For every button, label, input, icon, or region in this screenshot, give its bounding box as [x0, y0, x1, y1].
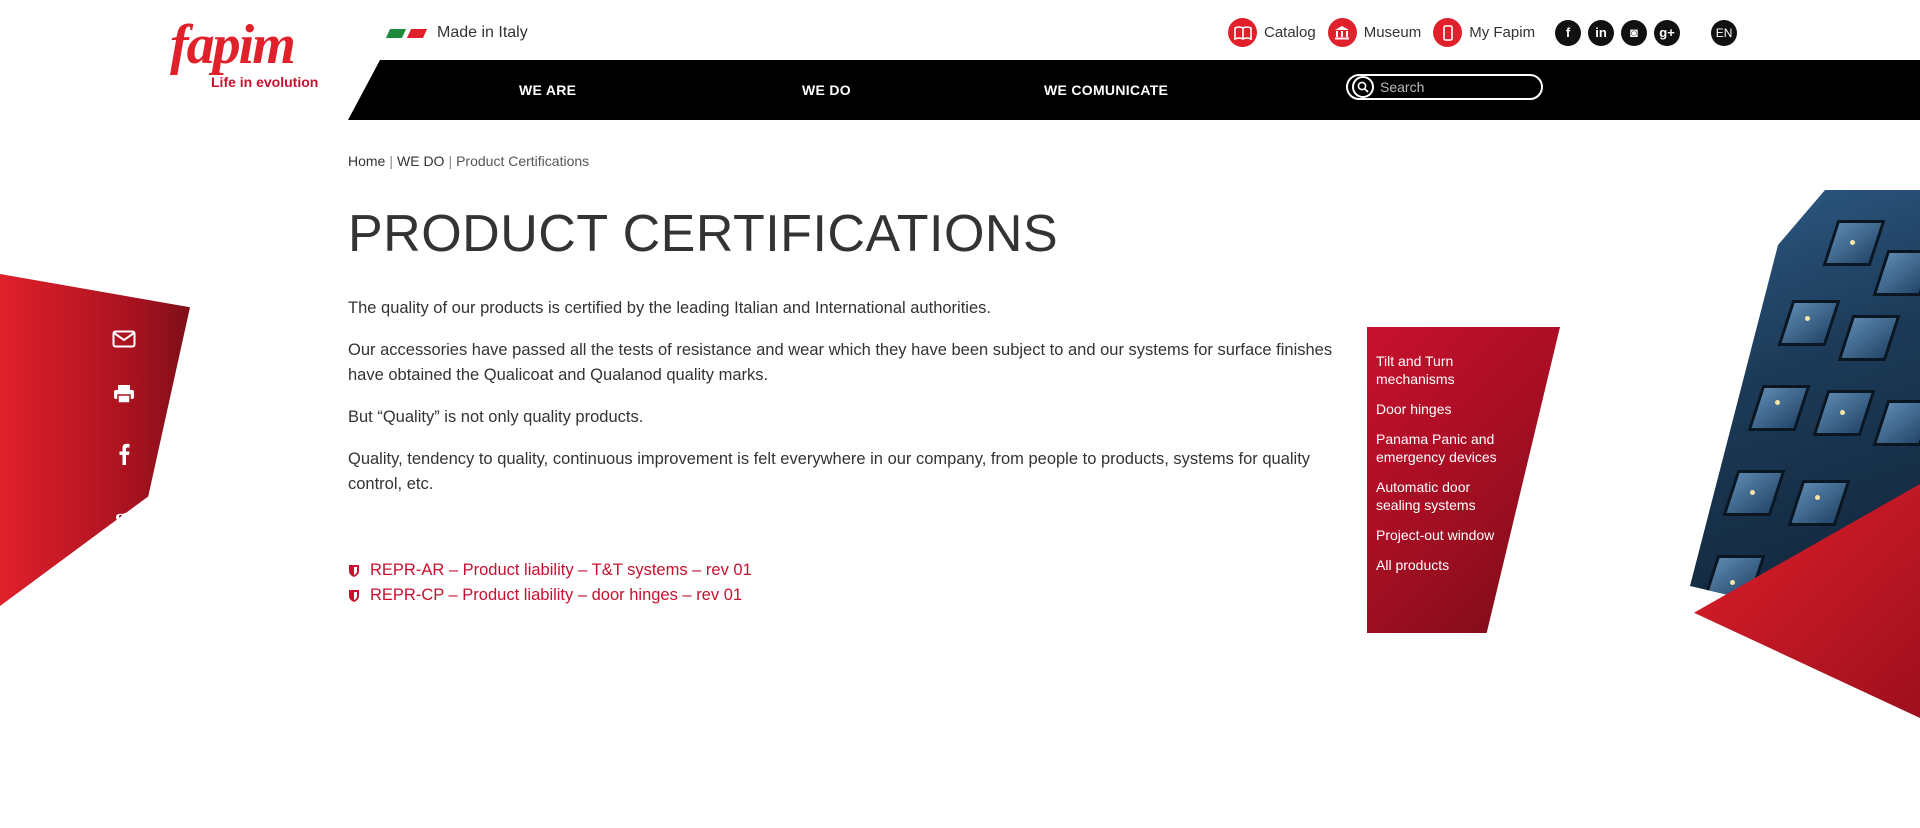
document-label: REPR-AR – Product liability – T&T system…	[370, 561, 752, 579]
product-link-door-hinges[interactable]: Door hinges	[1376, 400, 1556, 418]
google-plus-icon[interactable]: g+	[110, 503, 138, 531]
my-fapim-link[interactable]: My Fapim	[1433, 18, 1535, 47]
language-selector[interactable]: EN	[1711, 19, 1738, 46]
breadcrumb-home[interactable]: Home	[348, 153, 385, 169]
document-list: REPR-AR – Product liability – T&T system…	[348, 558, 752, 608]
linkedin-icon[interactable]: in	[1588, 19, 1615, 46]
mobile-icon	[1433, 18, 1463, 47]
search-input[interactable]	[1380, 79, 1530, 95]
book-icon	[1228, 18, 1257, 47]
document-label: REPR-CP – Product liability – door hinge…	[370, 586, 743, 604]
search-box	[1346, 74, 1543, 100]
instagram-icon[interactable]: ◙	[1621, 19, 1648, 46]
made-in-italy: Made in Italy	[385, 24, 528, 42]
paragraph: Quality, tendency to quality, continuous…	[348, 450, 1311, 493]
breadcrumb: Home | WE DO | Product Certifications	[348, 153, 589, 169]
shield-icon	[349, 564, 359, 577]
catalog-link[interactable]: Catalog	[1228, 18, 1316, 47]
page-content: The quality of our products is certified…	[348, 296, 1358, 514]
breadcrumb-we-do[interactable]: WE DO	[397, 153, 444, 169]
made-in-italy-label: Made in Italy	[437, 24, 528, 41]
paragraph: Our accessories have passed all the test…	[348, 341, 1333, 384]
products-list: Tilt and Turn mechanisms Door hinges Pan…	[1376, 352, 1556, 586]
product-link-tilt-and-turn[interactable]: Tilt and Turn mechanisms	[1376, 352, 1516, 388]
facebook-icon[interactable]	[110, 440, 138, 468]
paragraph: The quality of our products is certified…	[348, 299, 991, 317]
nav-we-do[interactable]: WE DO	[802, 82, 851, 98]
google-plus-icon[interactable]: g+	[1654, 19, 1681, 46]
product-link-panama-panic[interactable]: Panama Panic and emergency devices	[1376, 430, 1516, 466]
product-link-automatic-door-sealing[interactable]: Automatic door sealing systems	[1376, 478, 1506, 514]
page-title: PRODUCT CERTIFICATIONS	[348, 205, 1059, 263]
logo-tagline: Life in evolution	[211, 74, 319, 90]
logo-wordmark: fapim	[170, 14, 296, 76]
document-link[interactable]: REPR-AR – Product liability – T&T system…	[348, 558, 752, 583]
product-link-all-products[interactable]: All products	[1376, 556, 1556, 574]
museum-link[interactable]: Museum	[1327, 18, 1422, 47]
museum-icon	[1327, 18, 1357, 47]
catalog-label: Catalog	[1264, 24, 1316, 41]
paragraph: But “Quality” is not only quality produc…	[348, 408, 644, 426]
my-fapim-label: My Fapim	[1469, 24, 1536, 41]
social-links: f in ◙ g+	[1555, 19, 1687, 46]
email-icon[interactable]	[110, 325, 138, 353]
museum-label: Museum	[1363, 24, 1422, 41]
facebook-icon[interactable]: f	[1555, 19, 1582, 46]
breadcrumb-separator: |	[448, 153, 453, 169]
top-links: Catalog Museum My Fapim f in ◙ g+ EN	[1228, 18, 1738, 47]
breadcrumb-current: Product Certifications	[456, 153, 590, 169]
share-panel	[0, 274, 190, 606]
breadcrumb-separator: |	[389, 153, 393, 169]
product-link-project-out-window[interactable]: Project-out window	[1376, 526, 1556, 544]
italian-flag-green	[385, 28, 407, 38]
fapim-logo[interactable]: fapim	[170, 14, 330, 76]
search-icon[interactable]	[1352, 76, 1374, 98]
nav-we-comunicate[interactable]: WE COMUNICATE	[1044, 82, 1168, 98]
shield-icon	[349, 589, 359, 602]
nav-we-are[interactable]: WE ARE	[519, 82, 576, 98]
document-link[interactable]: REPR-CP – Product liability – door hinge…	[348, 583, 752, 608]
italian-flag-red	[406, 28, 428, 38]
print-icon[interactable]	[110, 380, 138, 408]
